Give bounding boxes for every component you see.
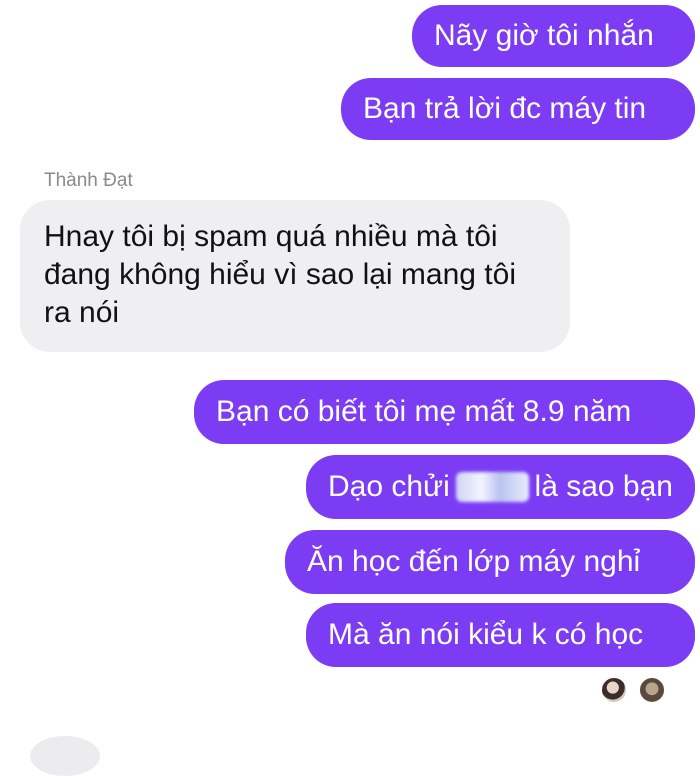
message-text: Nãy giờ tôi nhắn [434, 19, 654, 52]
message-bubble-outgoing[interactable]: Mà ăn nói kiểu k có học [306, 603, 695, 667]
message-thread: Nãy giờ tôi nhắn Bạn trả lời đc máy tin … [0, 0, 700, 776]
blurred-redaction [455, 472, 529, 502]
message-text-before: Dạo chửi [328, 470, 450, 503]
message-text: Mà ăn nói kiểu k có học [328, 618, 644, 651]
seen-avatar-2-icon [638, 676, 666, 704]
message-text-after: là sao bạn [534, 470, 673, 503]
partial-avatar [30, 736, 100, 776]
message-text: Bạn có biết tôi mẹ mất 8.9 năm [216, 395, 632, 428]
message-bubble-outgoing[interactable]: Ăn học đến lớp máy nghỉ [285, 530, 695, 594]
sender-name: Thành Đạt [44, 170, 133, 191]
message-text: Hnay tôi bị spam quá nhiều mà tôi đang k… [44, 220, 516, 329]
message-bubble-incoming[interactable]: Hnay tôi bị spam quá nhiều mà tôi đang k… [20, 200, 570, 352]
message-bubble-outgoing[interactable]: Dạo chửi là sao bạn [306, 455, 695, 519]
message-text: Ăn học đến lớp máy nghỉ [307, 545, 641, 578]
seen-avatar-1-icon [600, 676, 628, 704]
message-text: Bạn trả lời đc máy tin [363, 92, 647, 125]
message-bubble-outgoing[interactable]: Bạn trả lời đc máy tin [341, 78, 695, 140]
message-bubble-outgoing[interactable]: Nãy giờ tôi nhắn [412, 5, 695, 67]
message-bubble-outgoing[interactable]: Bạn có biết tôi mẹ mất 8.9 năm [194, 380, 695, 444]
